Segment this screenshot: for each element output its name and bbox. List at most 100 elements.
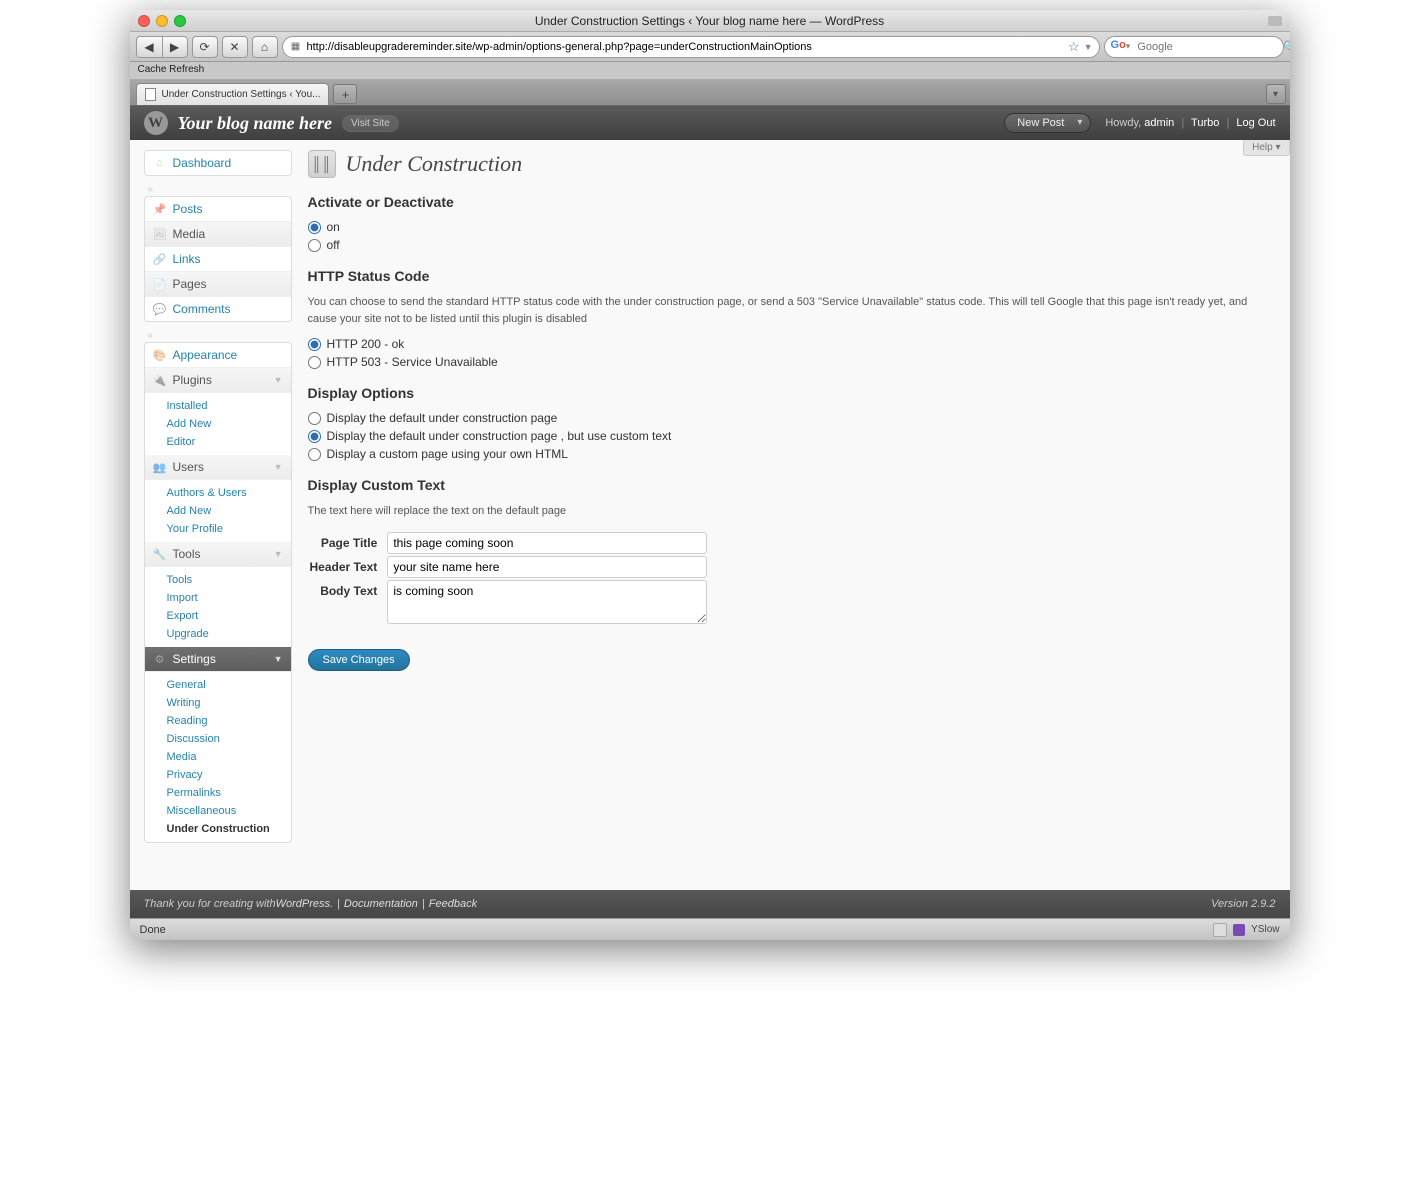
submenu-link[interactable]: Writing xyxy=(163,694,291,712)
titlebar: Under Construction Settings ‹ Your blog … xyxy=(130,10,1290,32)
turbo-link[interactable]: Turbo xyxy=(1191,117,1219,129)
yslow-label[interactable]: YSlow xyxy=(1251,924,1279,935)
user-link[interactable]: admin xyxy=(1144,117,1174,129)
window-title: Under Construction Settings ‹ Your blog … xyxy=(130,14,1290,28)
submenu-link[interactable]: Editor xyxy=(163,433,291,451)
url-dropdown-icon[interactable]: ▼ xyxy=(1084,42,1093,52)
sidebar-item-links[interactable]: 🔗Links xyxy=(145,247,291,272)
radio-display-default[interactable]: Display the default under construction p… xyxy=(308,411,1276,425)
radio-200-input[interactable] xyxy=(308,338,321,351)
radio-on-input[interactable] xyxy=(308,221,321,234)
back-button[interactable]: ◀ xyxy=(136,36,162,58)
submenu-plugins: Installed Add New Editor xyxy=(145,393,291,455)
submenu-link-current[interactable]: Under Construction xyxy=(163,820,291,838)
new-tab-button[interactable]: + xyxy=(333,84,357,104)
sidebar-item-appearance[interactable]: 🎨Appearance xyxy=(145,343,291,368)
input-header-text[interactable] xyxy=(387,556,707,578)
radio-http-503[interactable]: HTTP 503 - Service Unavailable xyxy=(308,355,1276,369)
sidebar-label: Tools xyxy=(173,547,201,561)
sidebar-item-posts[interactable]: 📌Posts xyxy=(145,197,291,222)
footer-doc-link[interactable]: Documentation xyxy=(344,898,418,910)
radio-display-custom-html[interactable]: Display a custom page using your own HTM… xyxy=(308,447,1276,461)
stop-button[interactable]: ✕ xyxy=(222,36,248,58)
url-input[interactable] xyxy=(303,41,1064,53)
new-post-button[interactable]: New Post xyxy=(1004,113,1091,133)
menu-separator[interactable] xyxy=(144,330,292,336)
sidebar-item-dashboard[interactable]: ⌂Dashboard xyxy=(145,151,291,175)
site-name[interactable]: Your blog name here xyxy=(178,113,333,134)
radio-503-input[interactable] xyxy=(308,356,321,369)
sidebar-item-users[interactable]: 👥Users▼ xyxy=(145,455,291,480)
users-icon: 👥 xyxy=(153,460,167,474)
submenu-link[interactable]: Media xyxy=(163,748,291,766)
save-changes-button[interactable]: Save Changes xyxy=(308,649,410,671)
tab-page-icon xyxy=(145,88,156,101)
sidebar-item-comments[interactable]: 💬Comments xyxy=(145,297,291,321)
submenu-link[interactable]: General xyxy=(163,676,291,694)
submenu-link[interactable]: Authors & Users xyxy=(163,484,291,502)
reload-button[interactable]: ⟳ xyxy=(192,36,218,58)
browser-tab[interactable]: Under Construction Settings ‹ You... xyxy=(136,83,330,105)
submenu-link[interactable]: Privacy xyxy=(163,766,291,784)
browser-window: Under Construction Settings ‹ Your blog … xyxy=(130,10,1290,940)
submenu-link[interactable]: Discussion xyxy=(163,730,291,748)
input-page-title[interactable] xyxy=(387,532,707,554)
submenu-link[interactable]: Add New xyxy=(163,415,291,433)
sidebar-item-media[interactable]: 🖼Media xyxy=(145,222,291,247)
submenu-link[interactable]: Upgrade xyxy=(163,625,291,643)
yslow-icon[interactable] xyxy=(1233,924,1245,936)
search-icon[interactable]: 🔍 xyxy=(1283,40,1289,54)
logout-link[interactable]: Log Out xyxy=(1236,117,1275,129)
submenu-link[interactable]: Miscellaneous xyxy=(163,802,291,820)
radio-default-input[interactable] xyxy=(308,412,321,425)
section-heading-http: HTTP Status Code xyxy=(308,268,1276,284)
plugin-icon: 🔌 xyxy=(153,373,167,387)
footer-wp-link[interactable]: WordPress xyxy=(276,898,330,910)
submenu-link[interactable]: Permalinks xyxy=(163,784,291,802)
radio-label: Display the default under construction p… xyxy=(327,411,558,425)
visit-site-button[interactable]: Visit Site xyxy=(342,115,399,132)
submenu-link[interactable]: Reading xyxy=(163,712,291,730)
help-tab[interactable]: Help ▾ xyxy=(1243,140,1289,156)
radio-label: off xyxy=(327,238,340,252)
radio-label: Display the default under construction p… xyxy=(327,429,672,443)
tab-overflow-icon[interactable]: ▾ xyxy=(1266,84,1286,104)
home-button[interactable]: ⌂ xyxy=(252,36,278,58)
forward-button[interactable]: ▶ xyxy=(162,36,188,58)
close-icon[interactable] xyxy=(138,15,150,27)
statusbar-addon-icon[interactable] xyxy=(1213,923,1227,937)
sidebar-item-pages[interactable]: 📄Pages xyxy=(145,272,291,297)
submenu-link[interactable]: Add New xyxy=(163,502,291,520)
submenu-link[interactable]: Tools xyxy=(163,571,291,589)
textarea-body-text[interactable] xyxy=(387,580,707,624)
radio-customtext-input[interactable] xyxy=(308,430,321,443)
radio-off-input[interactable] xyxy=(308,239,321,252)
submenu-link[interactable]: Export xyxy=(163,607,291,625)
wordpress-logo-icon[interactable]: W xyxy=(144,111,168,135)
radio-http-200[interactable]: HTTP 200 - ok xyxy=(308,337,1276,351)
submenu-users: Authors & Users Add New Your Profile xyxy=(145,480,291,542)
radio-off[interactable]: off xyxy=(308,238,1276,252)
submenu-link[interactable]: Import xyxy=(163,589,291,607)
radio-display-custom-text[interactable]: Display the default under construction p… xyxy=(308,429,1276,443)
bookmark-item[interactable]: Cache Refresh xyxy=(138,64,205,75)
link-icon: 🔗 xyxy=(153,252,167,266)
submenu-link[interactable]: Your Profile xyxy=(163,520,291,538)
zoom-icon[interactable] xyxy=(174,15,186,27)
footer-version: Version 2.9.2 xyxy=(1211,898,1275,910)
footer-feedback-link[interactable]: Feedback xyxy=(429,898,477,910)
bookmark-star-icon[interactable]: ☆ xyxy=(1064,39,1084,55)
radio-on[interactable]: on xyxy=(308,220,1276,234)
menu-separator[interactable] xyxy=(144,184,292,190)
submenu-link[interactable]: Installed xyxy=(163,397,291,415)
search-input[interactable] xyxy=(1133,41,1283,53)
sidebar-item-settings[interactable]: ⚙Settings▼ xyxy=(145,647,291,672)
traffic-lights xyxy=(138,15,186,27)
titlebar-pill-icon[interactable] xyxy=(1268,16,1282,26)
minimize-icon[interactable] xyxy=(156,15,168,27)
sidebar-item-tools[interactable]: 🔧Tools▼ xyxy=(145,542,291,567)
radio-customhtml-input[interactable] xyxy=(308,448,321,461)
search-dropdown-icon[interactable]: ▾ xyxy=(1126,41,1131,52)
custom-text-desc: The text here will replace the text on t… xyxy=(308,503,1248,520)
sidebar-item-plugins[interactable]: 🔌Plugins▼ xyxy=(145,368,291,393)
